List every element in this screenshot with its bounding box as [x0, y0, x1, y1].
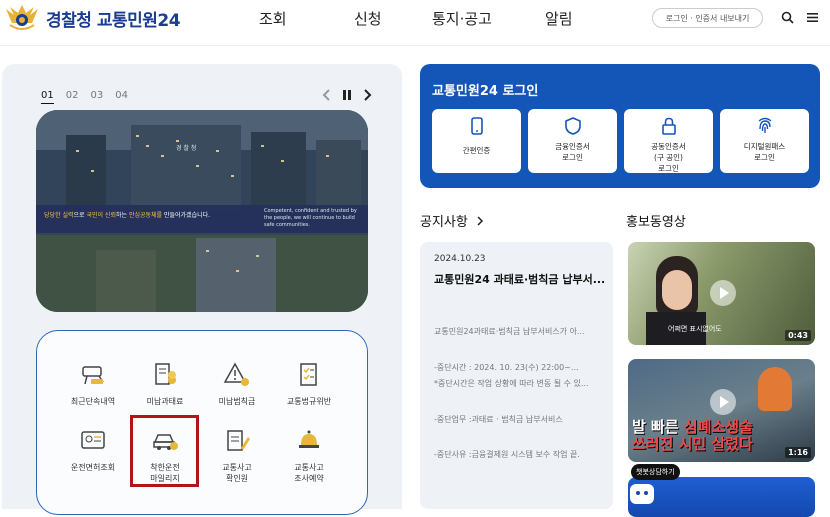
- checklist-icon: [300, 363, 317, 386]
- slide-tab-2[interactable]: 02: [66, 90, 79, 104]
- notice-title-text: 공지사항: [420, 215, 468, 230]
- video-caption: 어쩌면 표시없어도: [668, 325, 722, 333]
- face-shape: [662, 270, 692, 310]
- caption-lead: 당당한 실력: [44, 212, 74, 219]
- play-icon[interactable]: [710, 389, 736, 415]
- chatbot-tooltip: 챗봇상담하기: [631, 464, 680, 480]
- quick-menu-box: [36, 330, 368, 515]
- notice-body-line: *중단시간은 작업 상황에 따라 변동 될 수 있...: [434, 379, 589, 388]
- chatbot-icon[interactable]: [630, 484, 654, 504]
- video-duration: 1:16: [785, 447, 811, 458]
- slide-controls: [322, 89, 372, 101]
- bell-calendar-icon: [299, 430, 319, 448]
- camera-car-icon: [82, 366, 104, 385]
- video-section-title: 홍보동영상: [626, 215, 686, 230]
- login-card-label: 금융인증서 로그인: [555, 142, 590, 162]
- document-pen-icon: [227, 430, 250, 451]
- login-card-label: 디지털원패스 로그인: [743, 142, 786, 162]
- chevron-left-icon[interactable]: [322, 89, 332, 101]
- quick-unpaid-fine[interactable]: 미납과태료: [132, 362, 198, 407]
- quick-label: 미납범칙금: [218, 397, 256, 406]
- header: 경찰청 교통민원24 조회 신청 통지·공고 알림 로그인 · 인증서 내보내기: [0, 0, 830, 46]
- hero-banner[interactable]: 경 찰 청 당당한 실력으로 국민이 신뢰하는 안심공동체를 만들어가겠습니다.…: [36, 110, 368, 312]
- caption-mid2: 하는: [115, 212, 129, 219]
- pause-icon[interactable]: [342, 89, 352, 101]
- chevron-right-icon[interactable]: [362, 89, 372, 101]
- notice-date: 2024.10.23: [434, 254, 486, 264]
- login-financial-cert[interactable]: 금융인증서 로그인: [528, 109, 617, 173]
- caption-hl2: 안심공동체를: [128, 212, 163, 219]
- quick-label: 미납과태료: [146, 397, 184, 406]
- nav-item-lookup[interactable]: 조회: [259, 8, 287, 29]
- caption-tail: 만들어가겠습니다.: [162, 212, 211, 219]
- quick-unpaid-penalty[interactable]: 미납범칙금: [204, 362, 270, 407]
- quick-accident-investigation-reservation[interactable]: 교통사고 조사예약: [276, 428, 342, 484]
- login-card-label: 간편인증: [462, 146, 491, 155]
- login-simple-auth[interactable]: 간편인증: [432, 109, 521, 173]
- login-card-label: 공동인증서 (구 공인) 로그인: [651, 142, 686, 173]
- notice-body-line: -중단시간 : 2024. 10. 23(수) 22:00~...: [434, 363, 579, 372]
- quick-license-lookup[interactable]: 운전면허조회: [60, 428, 126, 473]
- banner-caption-ko: 당당한 실력으로 국민이 신뢰하는 안심공동체를 만들어가겠습니다.: [44, 210, 244, 219]
- quick-recent-enforcement[interactable]: 최근단속내역: [60, 362, 126, 407]
- banner-caption-en: Competent, confident and trusted by the …: [264, 208, 357, 228]
- quick-accident-certificate[interactable]: 교통사고 확인원: [204, 428, 270, 484]
- slide-tab-3[interactable]: 03: [90, 90, 103, 104]
- person-silhouette: [758, 367, 792, 411]
- warning-coins-icon: [223, 362, 249, 386]
- lock-icon: [661, 117, 676, 135]
- notice-body-line: -중단사유 :금융결제원 시스템 보수 작업 끝.: [434, 450, 580, 459]
- notice-headline[interactable]: 교통민원24 과태료·범칙금 납부서...: [434, 271, 604, 287]
- slide-tab-1[interactable]: 01: [41, 90, 54, 104]
- login-digital-onepass[interactable]: 디지털원패스 로그인: [720, 109, 809, 173]
- slide-tabs: 01 02 03 04: [41, 90, 128, 104]
- chevron-right-icon: [477, 215, 483, 226]
- phone-icon: [470, 117, 483, 135]
- quick-label: 교통법규위반: [286, 397, 332, 406]
- login-button[interactable]: 로그인 · 인증서 내보내기: [652, 8, 763, 28]
- nav-item-notices[interactable]: 통지·공고: [432, 8, 492, 29]
- caption-hl1: 국민이 신뢰: [86, 212, 116, 219]
- building-sign: 경 찰 청: [176, 145, 197, 152]
- quick-label: 교통사고 확인원: [222, 463, 252, 483]
- video-thumbnail[interactable]: 발 빠른 심폐소생술 쓰러진 시민 살렸다 1:16: [628, 359, 815, 462]
- nav-item-alerts[interactable]: 알림: [545, 8, 573, 29]
- receipt-coins-icon: [155, 363, 176, 385]
- search-icon[interactable]: [781, 11, 794, 24]
- login-joint-cert[interactable]: 공동인증서 (구 공인) 로그인: [624, 109, 713, 173]
- caption-mid1: 으로: [73, 212, 87, 219]
- quick-label: 운전면허조회: [70, 463, 116, 472]
- notice-section-title[interactable]: 공지사항: [420, 211, 484, 230]
- video-duration: 0:43: [785, 330, 811, 341]
- fingerprint-icon: [758, 117, 771, 133]
- quick-label: 교통사고 조사예약: [294, 463, 324, 483]
- video-thumbnail[interactable]: [628, 477, 815, 517]
- login-panel-title: 교통민원24 로그인: [432, 84, 539, 99]
- highlight-box: [130, 415, 199, 487]
- notice-body-line: -중단업무 :과태료 · 범칙금 납부서비스: [434, 415, 563, 424]
- license-card-icon: [81, 431, 105, 449]
- quick-traffic-violation[interactable]: 교통법규위반: [276, 362, 342, 407]
- video-thumbnail[interactable]: 어쩌면 표시없어도 0:43: [628, 242, 815, 345]
- notice-body-line: 교통민원24과태료·범칙금 납부서비스가 아...: [434, 327, 585, 336]
- quick-label: 최근단속내역: [70, 397, 116, 406]
- shield-icon: [564, 117, 581, 135]
- nav-item-apply[interactable]: 신청: [354, 8, 382, 29]
- menu-icon[interactable]: [806, 11, 819, 24]
- video-caption: 발 빠른 심폐소생술 쓰러진 시민 살렸다: [632, 418, 753, 453]
- slide-tab-4[interactable]: 04: [115, 90, 128, 104]
- play-icon[interactable]: [710, 280, 736, 306]
